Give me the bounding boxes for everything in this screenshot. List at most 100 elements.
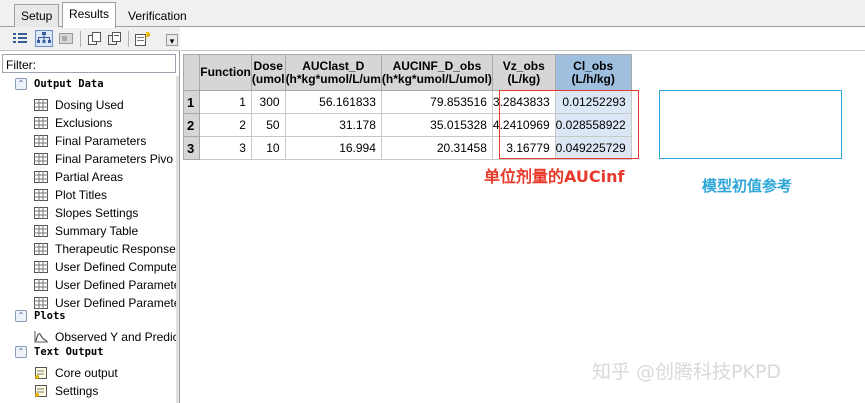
column-header-cl-obs[interactable]: Cl_obs (L/h/kg): [554, 54, 632, 91]
tree-item-label: User Defined Paramete: [55, 278, 178, 292]
tree-item-label: User Defined Compute: [55, 260, 178, 274]
tree-view-icon[interactable]: [35, 30, 53, 47]
table-cell[interactable]: 50: [250, 113, 286, 137]
tree-item-therapeutic-response[interactable]: Therapeutic Response: [34, 240, 178, 258]
navigator-toolbar: ▾: [0, 27, 180, 51]
collapse-plots-icon[interactable]: ⌃: [15, 310, 27, 322]
tree-item-partial-areas[interactable]: Partial Areas: [34, 168, 178, 186]
table-icon: [34, 278, 48, 291]
export-icon[interactable]: [133, 30, 151, 47]
tree-item-slopes-settings[interactable]: Slopes Settings: [34, 204, 178, 222]
tree-item-user-defined-computed[interactable]: User Defined Compute: [34, 258, 178, 276]
aucinf-annotation-label: 单位剂量的AUCinf: [484, 167, 625, 186]
tree-item-label: Settings: [55, 384, 99, 398]
column-header-label: AUClast_D (h*kg*umol/L/um: [285, 58, 381, 86]
tree-item-user-defined-parameters[interactable]: User Defined Paramete: [34, 276, 178, 294]
copy-icon[interactable]: [86, 30, 104, 47]
toolbar-separator: [80, 31, 81, 47]
table-icon: [34, 206, 48, 219]
table-icon: [34, 116, 48, 129]
tree-item-label: Summary Table: [55, 224, 139, 238]
column-header-label: Function: [200, 65, 251, 79]
aucinf-highlight-box: [499, 90, 639, 159]
table-cell[interactable]: 79.853516: [380, 90, 493, 114]
tree-item-label: Dosing Used: [55, 98, 124, 112]
tree-item-label: User Defined Paramete: [55, 296, 178, 310]
toolbar-dropdown-icon[interactable]: ▾: [166, 34, 178, 46]
image-view-icon[interactable]: [57, 30, 75, 47]
filter-input[interactable]: Filter:: [2, 54, 176, 73]
table-cell[interactable]: 300: [250, 90, 286, 114]
column-header-label: Vz_obs (L/kg): [502, 58, 545, 86]
tree-item-final-parameters-pivoted[interactable]: Final Parameters Pivo: [34, 150, 178, 168]
list-view-icon[interactable]: [11, 30, 29, 47]
table-cell[interactable]: 16.994: [284, 136, 382, 160]
collapse-text-output-icon[interactable]: ⌃: [15, 346, 27, 358]
tab-results[interactable]: Results: [62, 2, 117, 28]
initial-estimates-highlight-box: [659, 90, 842, 159]
column-header-function[interactable]: Function: [199, 54, 252, 91]
column-header-dose[interactable]: Dose (umol: [250, 54, 286, 91]
table-icon: [34, 170, 48, 183]
table-cell[interactable]: 2: [199, 113, 252, 137]
tree-item-label: Observed Y and Predic: [55, 330, 178, 344]
tree-item-exclusions[interactable]: Exclusions: [34, 114, 178, 132]
navigator-scrollbar[interactable]: [176, 76, 179, 403]
table-cell[interactable]: 56.161833: [284, 90, 382, 114]
text-document-icon: [34, 384, 48, 397]
tree-item-label: Core output: [55, 366, 118, 380]
table-icon: [34, 98, 48, 111]
table-icon: [34, 296, 48, 309]
column-header-label: Cl_obs (L/h/kg): [571, 58, 615, 86]
tree-item-label: Therapeutic Response: [55, 242, 176, 256]
table-icon: [34, 260, 48, 273]
results-navigator: ▾ Filter: ⌃ Output Data Dosing Used Excl…: [0, 27, 180, 403]
table-icon: [34, 188, 48, 201]
table-cell[interactable]: 1: [199, 90, 252, 114]
tab-verification[interactable]: Verification: [121, 4, 194, 27]
table-icon: [34, 134, 48, 147]
table-cell[interactable]: 35.015328: [380, 113, 493, 137]
column-header-label: AUCINF_D_obs (h*kg*umol/L/umol): [381, 58, 492, 86]
plot-icon: [34, 330, 48, 343]
tree-item-label: Exclusions: [55, 116, 113, 130]
column-header-label: Dose (umol: [251, 58, 285, 86]
row-header[interactable]: 1: [182, 90, 201, 114]
column-header-aucinf-d-obs[interactable]: AUCINF_D_obs (h*kg*umol/L/umol): [380, 54, 493, 91]
table-cell[interactable]: 20.31458: [380, 136, 493, 160]
table-cell[interactable]: 31.178: [284, 113, 382, 137]
tree-item-label: Final Parameters Pivo: [55, 152, 174, 166]
tree-item-label: Slopes Settings: [55, 206, 139, 220]
table-icon: [34, 242, 48, 255]
row-header[interactable]: 2: [182, 113, 201, 137]
collapse-output-data-icon[interactable]: ⌃: [15, 78, 27, 90]
tab-bar: Setup Results Verification: [0, 0, 865, 28]
table-icon: [34, 152, 48, 165]
tree-item-core-output[interactable]: Core output: [34, 364, 178, 382]
table-cell[interactable]: 10: [250, 136, 286, 160]
tree-item-label: Plot Titles: [55, 188, 108, 202]
table-cell[interactable]: 3: [199, 136, 252, 160]
tab-setup[interactable]: Setup: [14, 4, 60, 27]
tree-item-label: Final Parameters: [55, 134, 147, 148]
section-text-output[interactable]: Text Output: [34, 344, 104, 360]
row-header[interactable]: 3: [182, 136, 201, 160]
section-plots[interactable]: Plots: [34, 308, 66, 324]
tree-item-final-parameters[interactable]: Final Parameters: [34, 132, 178, 150]
section-output-data[interactable]: Output Data: [34, 76, 104, 92]
watermark: 知乎 @创腾科技PKPD: [592, 361, 782, 383]
duplicate-icon[interactable]: [106, 30, 124, 47]
tree-item-plot-titles[interactable]: Plot Titles: [34, 186, 178, 204]
initial-estimates-annotation-label: 模型初值参考: [702, 177, 793, 195]
tree-item-dosing-used[interactable]: Dosing Used: [34, 96, 178, 114]
table-icon: [34, 224, 48, 237]
tree-item-summary-table[interactable]: Summary Table: [34, 222, 178, 240]
text-document-icon: [34, 366, 48, 379]
column-header-vz-obs[interactable]: Vz_obs (L/kg): [491, 54, 556, 91]
table-corner[interactable]: [182, 54, 201, 91]
navigator-tree: ⌃ Output Data Dosing Used Exclusions Fin…: [0, 76, 178, 403]
toolbar-separator: [128, 31, 129, 47]
column-header-auclast-d[interactable]: AUClast_D (h*kg*umol/L/um: [284, 54, 382, 91]
formula-bar[interactable]: [181, 27, 865, 51]
tree-item-settings[interactable]: Settings: [34, 382, 178, 400]
